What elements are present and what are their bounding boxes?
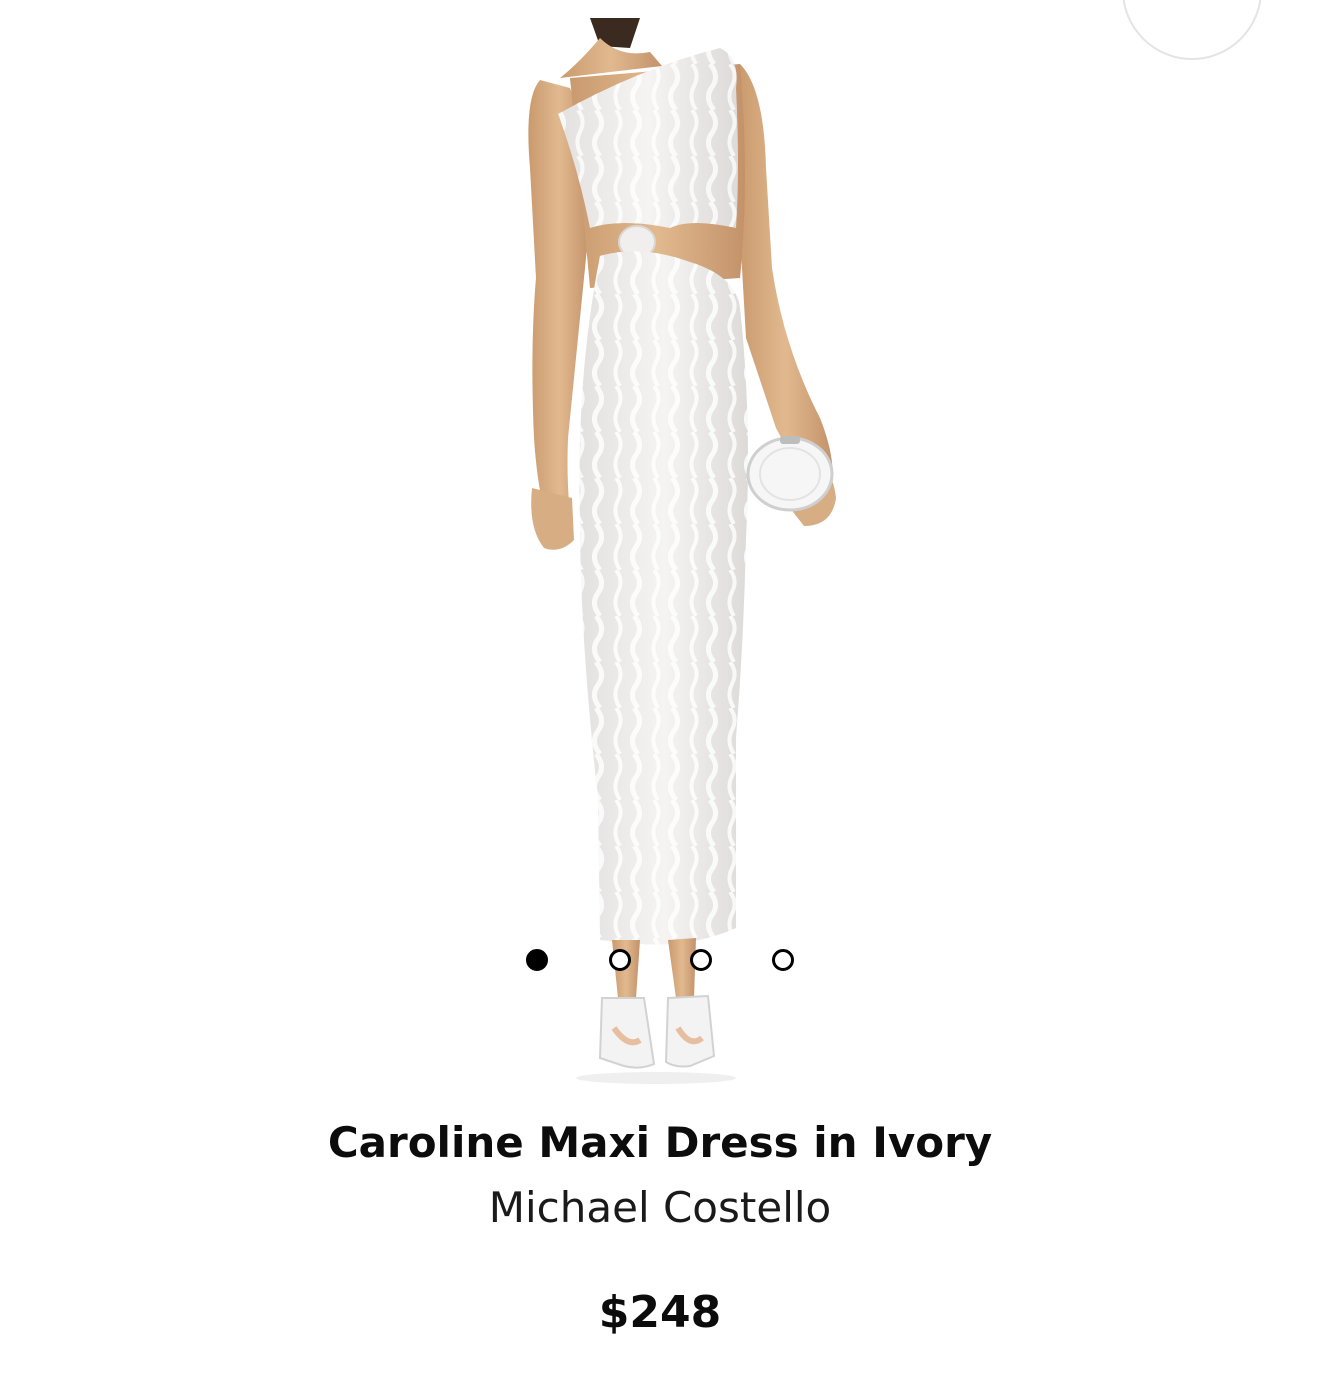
carousel-dot-2[interactable] [609, 949, 631, 971]
carousel-dot-3[interactable] [690, 949, 712, 971]
product-price: $248 [598, 1287, 722, 1338]
carousel-pagination [520, 945, 800, 977]
product-title: Caroline Maxi Dress in Ivory [327, 1118, 993, 1167]
carousel-dot-4[interactable] [772, 949, 794, 971]
product-brand[interactable]: Michael Costello [0, 1183, 1320, 1232]
carousel-dot-1[interactable] [526, 949, 548, 971]
product-image[interactable] [440, 18, 880, 1090]
product-page: Caroline Maxi Dress in Ivory Michael Cos… [0, 0, 1320, 1379]
product-image-gallery[interactable] [0, 0, 1320, 1095]
